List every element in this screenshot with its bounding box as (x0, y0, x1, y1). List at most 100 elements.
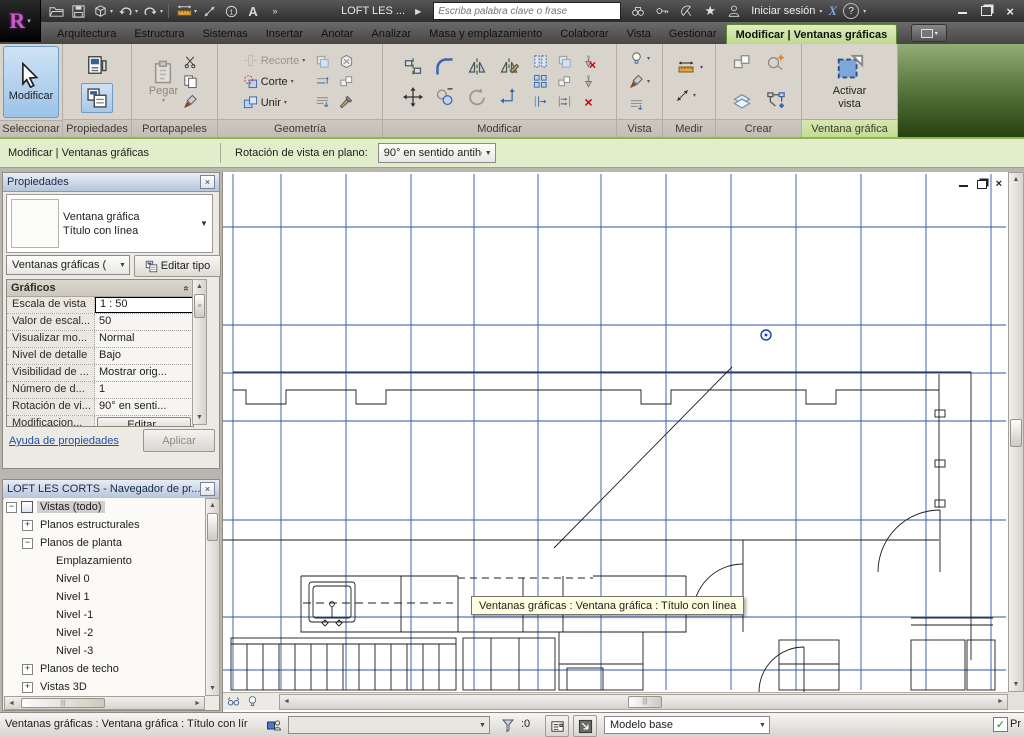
exchange-apps-icon[interactable]: X (828, 3, 837, 19)
minimize-view-button[interactable] (959, 182, 968, 187)
align-button[interactable] (400, 54, 426, 80)
chevron-down-icon[interactable]: ▾ (135, 8, 138, 15)
restore-view-button[interactable] (977, 180, 987, 189)
tree-item-label[interactable]: Vistas (todo) (37, 501, 105, 513)
tree-expander[interactable]: + (22, 520, 33, 531)
hidden-elements-button[interactable]: ▾ (629, 49, 650, 69)
unpin-button[interactable] (579, 53, 598, 71)
chevron-down-icon[interactable]: ▾ (160, 8, 163, 15)
trim-corner-button[interactable] (496, 84, 522, 110)
chevron-down-icon[interactable]: ▼ (196, 195, 212, 252)
legend-component-button[interactable] (764, 89, 788, 113)
ribbon-tab[interactable]: Anotar (312, 24, 362, 44)
property-row[interactable]: Nivel de detalle Bajo (7, 348, 193, 365)
ribbon-tab[interactable]: Masa y emplazamiento (420, 24, 551, 44)
properties-palette-button[interactable] (82, 51, 112, 79)
search-button[interactable] (629, 3, 647, 19)
tree-expander[interactable]: − (22, 538, 33, 549)
sign-in-label[interactable]: Iniciar sesión (751, 5, 815, 17)
application-menu-button[interactable]: R ▾ (0, 0, 41, 42)
scroll-left-arrow[interactable]: ◄ (5, 697, 18, 709)
tree-item[interactable]: + Planos de techo (4, 660, 205, 678)
ribbon-tab[interactable]: Colaborar (551, 24, 617, 44)
close-icon[interactable]: × (200, 482, 215, 496)
wall-joins-button[interactable] (337, 53, 356, 71)
expand-toolbar-button[interactable]: » (265, 2, 285, 20)
type-selector[interactable]: Ventana gráfica Título con línea ▼ (6, 194, 213, 253)
save-button[interactable] (68, 2, 88, 20)
paste-button[interactable]: Pegar ▾ (149, 59, 178, 104)
tag-button[interactable] (221, 2, 241, 20)
scroll-left-arrow[interactable]: ◄ (280, 695, 293, 709)
offset-button[interactable] (313, 73, 332, 91)
browser-horizontal-scrollbar[interactable]: ◄ ||| ► (4, 696, 205, 710)
ribbon-tab[interactable]: Modificar | Ventanas gráficas (726, 24, 898, 44)
ribbon-tab[interactable]: Estructura (125, 24, 193, 44)
rotation-select[interactable]: 90° en sentido antihc ▼ (378, 143, 496, 163)
section-header-graficos[interactable]: Gráficos » (7, 280, 193, 297)
favorites-button[interactable]: ★ (701, 3, 719, 19)
undo-button[interactable] (115, 2, 135, 20)
trim-extend-button[interactable] (531, 93, 550, 111)
workset-select[interactable]: ▼ (288, 716, 490, 734)
linework-button[interactable] (629, 95, 650, 115)
scroll-down-arrow[interactable]: ▼ (193, 411, 206, 424)
property-row[interactable]: Número de d... 1 (7, 382, 193, 399)
tree-item-label[interactable]: Nivel 0 (53, 573, 93, 585)
offset-button[interactable] (432, 54, 458, 80)
mirror-draw-axis-button[interactable] (496, 54, 522, 80)
ribbon-display-toggle-button[interactable]: ▾ (911, 24, 947, 42)
ribbon-tab[interactable]: Insertar (257, 24, 312, 44)
tree-item-label[interactable]: Planos de planta (37, 537, 125, 549)
tree-item-label[interactable]: Nivel 1 (53, 591, 93, 603)
measure-button[interactable] (174, 2, 194, 20)
subscription-center-button[interactable] (677, 3, 695, 19)
collapse-chevron-icon[interactable]: » (181, 285, 192, 291)
browser-vertical-scrollbar[interactable]: ▲ ▼ (205, 498, 220, 696)
linework-edit-button[interactable] (313, 93, 332, 111)
tree-item[interactable]: Nivel 1 (4, 588, 205, 606)
title-flyout-arrow-icon[interactable]: ▶ (415, 7, 421, 16)
tree-expander[interactable]: − (6, 502, 17, 513)
tree-item[interactable]: Emplazamiento (4, 552, 205, 570)
cope-button[interactable]: Corte ▾ (243, 72, 306, 92)
chevron-down-icon[interactable]: ▾ (863, 8, 866, 15)
scrollbar-thumb[interactable] (207, 513, 218, 541)
minimize-button[interactable] (958, 9, 967, 14)
apply-button[interactable]: Aplicar (143, 429, 215, 452)
panel-label-vista[interactable]: Vista (617, 119, 662, 137)
drawing-area[interactable]: × ▲ ▼ ◄ ||| ► Ventanas gráficas : Ventan… (222, 172, 1024, 712)
design-options-button[interactable] (573, 715, 597, 737)
aligned-dimension-button[interactable] (199, 2, 219, 20)
close-icon[interactable]: × (200, 175, 215, 189)
rotate-button[interactable] (464, 84, 490, 110)
property-row[interactable]: Visualizar mo... Normal (7, 331, 193, 348)
press-drag-checkbox[interactable]: ✓ (993, 717, 1008, 732)
tree-item-label[interactable]: Planos de techo (37, 663, 122, 675)
type-properties-button[interactable] (81, 83, 113, 113)
property-value[interactable]: Mostrar orig... (95, 365, 193, 381)
tree-item[interactable]: + Planos estructurales (4, 516, 205, 534)
editing-requests-button[interactable] (545, 715, 569, 737)
help-icon[interactable]: ? (843, 3, 859, 19)
tree-item[interactable]: − Planos de planta (4, 534, 205, 552)
scroll-down-arrow[interactable]: ▼ (206, 682, 219, 695)
modify-button[interactable]: Modificar (3, 46, 59, 118)
ribbon-tab[interactable]: Vista (618, 24, 660, 44)
property-row[interactable]: Rotación de vi... 90° en senti... (7, 399, 193, 416)
property-row[interactable]: Visibilidad de ... Mostrar orig... (7, 365, 193, 382)
tree-item-label[interactable]: Nivel -2 (53, 627, 96, 639)
close-button[interactable]: × (1006, 4, 1014, 19)
match-type-button[interactable] (181, 93, 200, 111)
edit-type-button[interactable]: Editar tipo (134, 255, 221, 277)
properties-palette-header[interactable]: Propiedades × (3, 173, 219, 192)
split-element-button[interactable] (531, 53, 550, 71)
property-value[interactable]: 1 (95, 382, 193, 398)
text-button[interactable]: A (243, 2, 263, 20)
scroll-right-arrow[interactable]: ► (191, 697, 204, 709)
mirror-pick-axis-button[interactable] (464, 54, 490, 80)
canvas-vertical-scrollbar[interactable]: ▲ ▼ (1008, 172, 1024, 692)
tree-item-label[interactable]: Planos estructurales (37, 519, 143, 531)
tree-item[interactable]: − Vistas (todo) (4, 498, 205, 516)
ribbon-tab[interactable]: Sistemas (193, 24, 256, 44)
